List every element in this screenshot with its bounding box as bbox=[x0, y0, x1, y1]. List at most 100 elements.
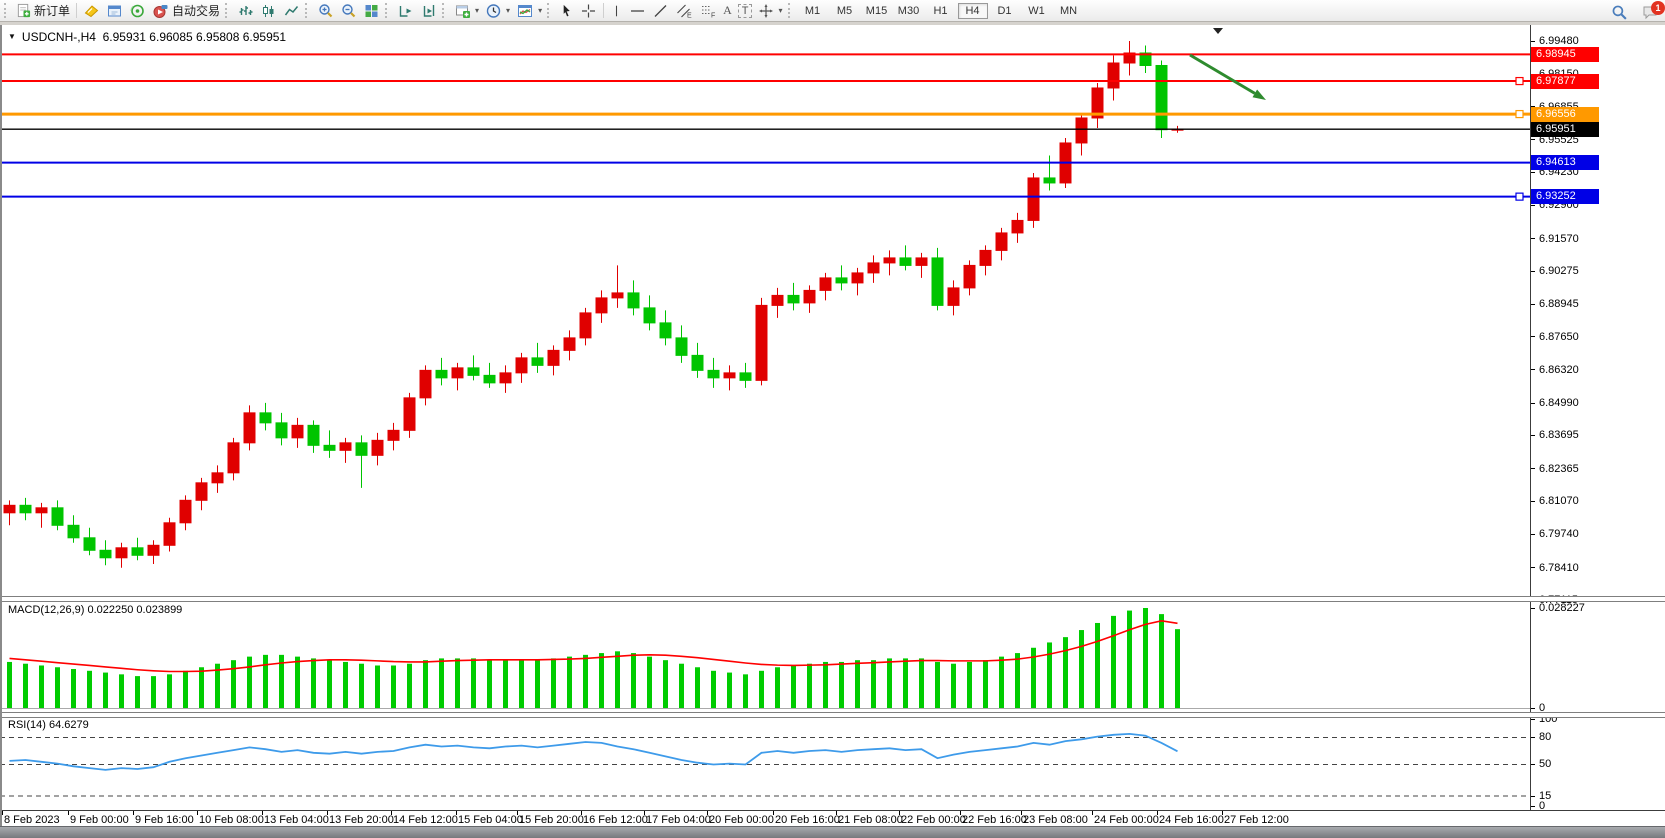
price-line[interactable] bbox=[0, 78, 1530, 85]
svg-text:E: E bbox=[687, 12, 692, 19]
line-handle[interactable] bbox=[1516, 78, 1523, 85]
trendline-icon bbox=[652, 3, 669, 19]
toolbar-grip bbox=[788, 3, 793, 18]
new-order-button[interactable]: 新订单 bbox=[13, 1, 73, 21]
timeframe-group: M1M5M15M30H1H4D1W1MN bbox=[797, 3, 1085, 19]
zoom-out-button[interactable] bbox=[337, 1, 360, 21]
cursor-icon bbox=[559, 3, 574, 19]
panel-splitter[interactable] bbox=[0, 712, 1665, 718]
timeframe-button-d1[interactable]: D1 bbox=[990, 3, 1020, 19]
macd-chart-canvas[interactable] bbox=[0, 601, 1530, 713]
time-axis-label: 16 Feb 12:00 bbox=[583, 814, 648, 826]
search-button[interactable] bbox=[1608, 2, 1631, 22]
equidistant-channel-icon: E bbox=[675, 3, 693, 19]
price-axis-label: 6.87650 bbox=[1539, 330, 1579, 344]
time-axis-label: 20 Feb 16:00 bbox=[775, 814, 840, 826]
time-axis-label: 20 Feb 00:00 bbox=[709, 814, 774, 826]
navigator-button[interactable] bbox=[103, 1, 126, 21]
tile-windows-button[interactable] bbox=[360, 1, 383, 21]
time-axis-tick bbox=[836, 811, 837, 815]
time-axis[interactable]: 8 Feb 20239 Feb 00:009 Feb 16:0010 Feb 0… bbox=[0, 810, 1665, 827]
timeframe-button-w1[interactable]: W1 bbox=[1022, 3, 1052, 19]
equidistant-channel-button[interactable]: E bbox=[672, 1, 696, 21]
new-chart-button[interactable]: ▾ bbox=[451, 1, 482, 21]
horizontal-line-button[interactable] bbox=[626, 1, 649, 21]
auto-trading-button[interactable]: 自动交易 bbox=[149, 1, 223, 21]
horizontal-line-icon bbox=[629, 3, 646, 19]
timeframe-button-m15[interactable]: M15 bbox=[862, 3, 892, 19]
profiles-button[interactable]: ▾ bbox=[482, 1, 513, 21]
toolbar-grip bbox=[4, 3, 9, 18]
vertical-line-icon bbox=[610, 3, 623, 19]
time-axis-tick bbox=[960, 811, 961, 815]
price-axis-tick bbox=[1531, 468, 1535, 469]
timeframe-button-h1[interactable]: H1 bbox=[926, 3, 956, 19]
time-axis-tick bbox=[456, 811, 457, 815]
clock-icon bbox=[485, 3, 502, 19]
toolbar-grip bbox=[305, 3, 310, 18]
shift-marker-icon bbox=[1213, 28, 1223, 34]
search-icon bbox=[1611, 4, 1628, 21]
signals-button[interactable] bbox=[126, 1, 149, 21]
indicator-axis-tick bbox=[1531, 764, 1535, 765]
candles-series bbox=[4, 41, 1183, 568]
fibonacci-button[interactable]: F bbox=[696, 1, 720, 21]
macd-label: MACD(12,26,9) 0.022250 0.023899 bbox=[8, 604, 182, 616]
price-line[interactable] bbox=[0, 111, 1530, 118]
signal-icon bbox=[129, 3, 146, 19]
price-line-badge: 6.95951 bbox=[1531, 122, 1599, 137]
cursor-button[interactable] bbox=[556, 1, 577, 21]
price-axis-tick bbox=[1531, 534, 1535, 535]
indicator-axis-tick bbox=[1531, 806, 1535, 807]
bar-chart-button[interactable] bbox=[234, 1, 257, 21]
new-chart-icon bbox=[454, 3, 471, 19]
line-handle[interactable] bbox=[1516, 193, 1523, 200]
timeframe-button-mn[interactable]: MN bbox=[1054, 3, 1084, 19]
chat-button[interactable]: 1 bbox=[1641, 4, 1659, 20]
line-handle[interactable] bbox=[1516, 111, 1523, 118]
auto-scroll-icon bbox=[397, 3, 414, 19]
price-line[interactable] bbox=[0, 193, 1530, 200]
text-label-button[interactable]: T bbox=[735, 1, 756, 21]
price-axis-tick bbox=[1531, 403, 1535, 404]
candlestick-chart-button[interactable] bbox=[257, 1, 280, 21]
chart-shift-button[interactable] bbox=[417, 1, 440, 21]
price-line-badge: 6.97877 bbox=[1531, 74, 1599, 89]
time-axis-label: 10 Feb 08:00 bbox=[199, 814, 264, 826]
indicator-axis-label: 50 bbox=[1539, 757, 1551, 771]
crosshair-button[interactable] bbox=[577, 1, 600, 21]
panel-splitter[interactable] bbox=[0, 596, 1665, 602]
time-axis-label: 22 Feb 16:00 bbox=[962, 814, 1027, 826]
mt4-window: 新订单 自动交易 bbox=[0, 0, 1665, 838]
zoom-in-button[interactable] bbox=[314, 1, 337, 21]
price-axis-tick bbox=[1531, 369, 1535, 370]
main-chart-canvas[interactable] bbox=[0, 26, 1530, 597]
auto-scroll-button[interactable] bbox=[394, 1, 417, 21]
tile-windows-icon bbox=[363, 3, 380, 19]
time-axis-tick bbox=[1222, 811, 1223, 815]
timeframe-button-m5[interactable]: M5 bbox=[830, 3, 860, 19]
line-chart-button[interactable] bbox=[280, 1, 303, 21]
macd-values: 0.022250 0.023899 bbox=[87, 604, 182, 616]
time-axis-tick bbox=[1021, 811, 1022, 815]
time-axis-tick bbox=[133, 811, 134, 815]
timeframe-button-h4[interactable]: H4 bbox=[958, 3, 988, 19]
price-line-badge: 6.93252 bbox=[1531, 189, 1599, 204]
market-watch-button[interactable] bbox=[80, 1, 103, 21]
chart-title: ▼USDCNH-,H4 6.95931 6.96085 6.95808 6.95… bbox=[8, 30, 286, 44]
vertical-line-button[interactable] bbox=[607, 1, 626, 21]
rsi-value: 64.6279 bbox=[49, 719, 89, 731]
price-axis[interactable]: 6.994806.981506.968556.955256.942306.929… bbox=[1530, 25, 1665, 811]
collapse-icon[interactable]: ▼ bbox=[8, 32, 16, 41]
indicator-axis-tick bbox=[1531, 796, 1535, 797]
timeframe-button-m30[interactable]: M30 bbox=[894, 3, 924, 19]
arrow-annotation[interactable] bbox=[1190, 55, 1266, 100]
indicators-button[interactable]: ▾ bbox=[513, 1, 545, 21]
trendline-button[interactable] bbox=[649, 1, 672, 21]
rsi-chart-canvas[interactable] bbox=[0, 717, 1530, 810]
arrows-button[interactable]: ▾ bbox=[755, 1, 785, 21]
time-axis-tick bbox=[773, 811, 774, 815]
timeframe-button-m1[interactable]: M1 bbox=[798, 3, 828, 19]
text-button[interactable]: A bbox=[720, 1, 735, 21]
bottom-bar bbox=[0, 826, 1665, 838]
